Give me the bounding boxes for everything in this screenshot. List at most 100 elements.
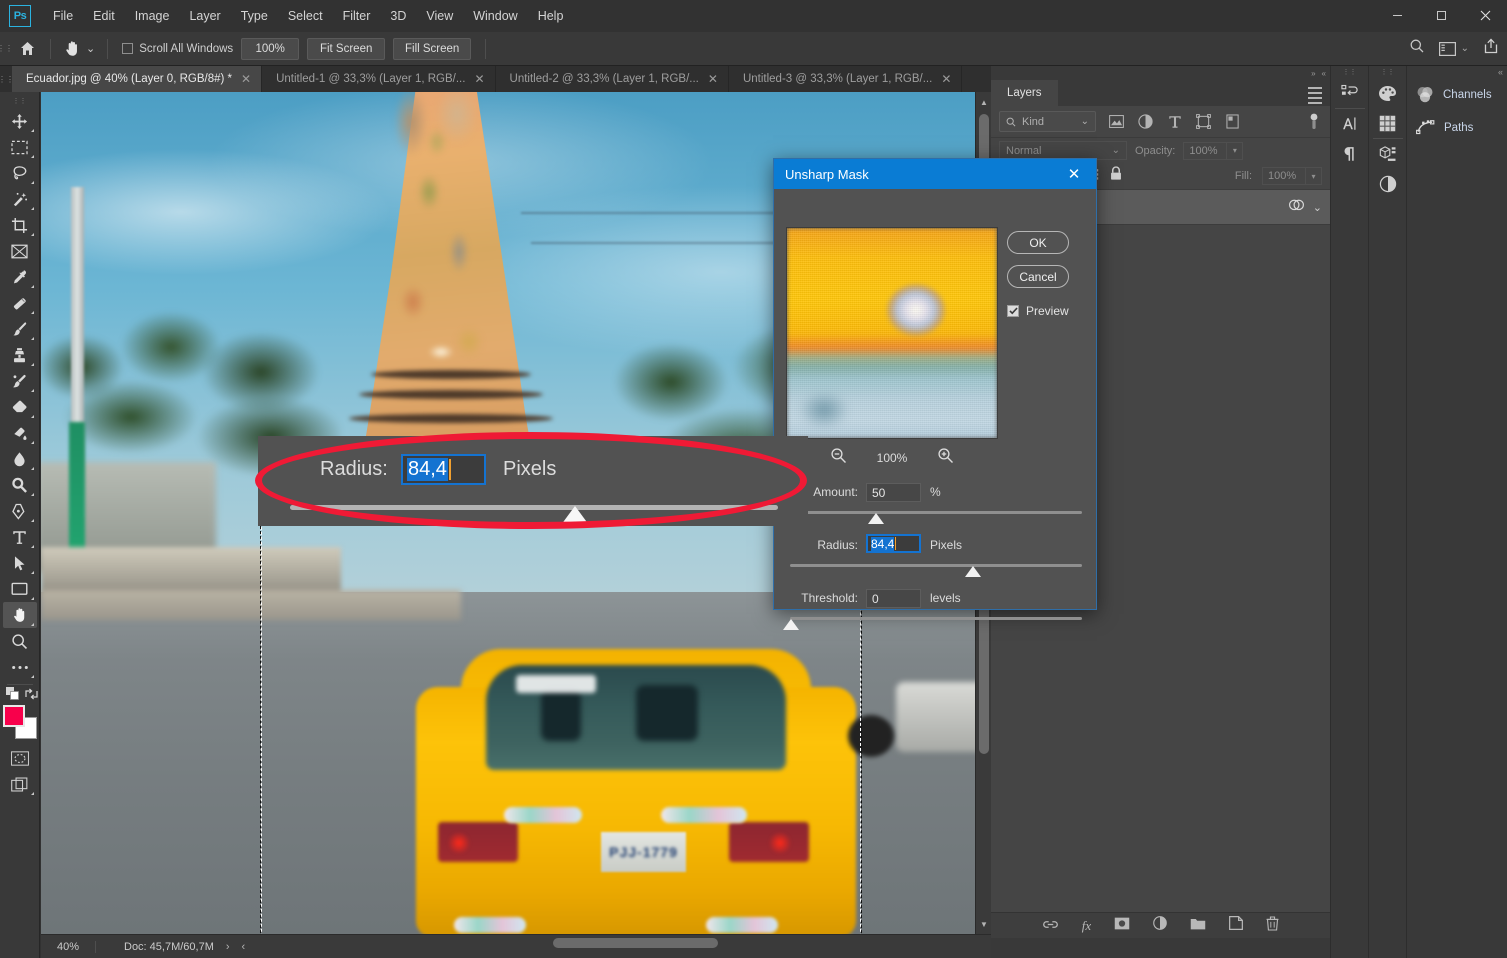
tool-expand-corner[interactable] xyxy=(31,337,34,340)
panel-tab-channels[interactable]: Channels xyxy=(1407,78,1507,111)
menu-type[interactable]: Type xyxy=(231,5,278,27)
zoom-out-icon[interactable] xyxy=(830,447,847,469)
filter-preview-thumbnail[interactable] xyxy=(786,227,998,439)
tool-expand-corner[interactable] xyxy=(31,181,34,184)
zoom-tool-icon[interactable] xyxy=(3,628,37,654)
blur-tool-icon[interactable] xyxy=(3,446,37,472)
lasso-tool-icon[interactable] xyxy=(3,160,37,186)
document-tab-ecuador[interactable]: Ecuador.jpg @ 40% (Layer 0, RGB/8#) * ✕ xyxy=(12,66,262,92)
move-tool-icon[interactable] xyxy=(3,108,37,134)
callout-radius-input[interactable]: 84,4 xyxy=(401,454,486,485)
horizontal-type-tool-icon[interactable] xyxy=(3,524,37,550)
smart-object-filter-icon[interactable] xyxy=(1224,113,1241,130)
pixel-filter-icon[interactable] xyxy=(1108,113,1125,130)
active-tool-preset[interactable]: ⌄ xyxy=(57,39,101,58)
tool-expand-corner[interactable] xyxy=(31,571,34,574)
eraser-tool-icon[interactable] xyxy=(3,394,37,420)
hand-tool-icon[interactable] xyxy=(3,602,37,628)
tool-expand-corner[interactable] xyxy=(31,415,34,418)
tool-expand-corner[interactable] xyxy=(31,311,34,314)
toolbar-grip-icon[interactable]: ⋮⋮ xyxy=(11,96,29,106)
eyedropper-tool-icon[interactable] xyxy=(3,264,37,290)
close-icon[interactable]: ✕ xyxy=(941,73,951,85)
new-adjustment-layer-icon[interactable] xyxy=(1153,916,1167,935)
radius-slider[interactable] xyxy=(790,564,1082,567)
fill-input[interactable]: 100% xyxy=(1262,167,1306,185)
swap-colors-icon[interactable] xyxy=(25,687,38,705)
workspace-dropdown-arrow[interactable]: ⌄ xyxy=(1461,43,1469,54)
opacity-stepper[interactable]: ▾ xyxy=(1227,142,1243,160)
share-icon[interactable] xyxy=(1483,38,1499,59)
options-grip-icon[interactable]: ⋮⋮ xyxy=(0,32,10,66)
close-icon[interactable]: ✕ xyxy=(241,73,251,85)
spot-healing-brush-tool-icon[interactable] xyxy=(3,290,37,316)
tool-expand-corner[interactable] xyxy=(31,545,34,548)
layer-effects-icon[interactable] xyxy=(1288,198,1305,217)
menu-help[interactable]: Help xyxy=(528,5,574,27)
amount-slider-knob[interactable] xyxy=(868,513,884,524)
tool-expand-corner[interactable] xyxy=(31,233,34,236)
panel-tab-paths[interactable]: Paths xyxy=(1407,111,1507,144)
menu-3d[interactable]: 3D xyxy=(380,5,416,27)
preview-checkbox[interactable]: Preview xyxy=(1007,304,1069,318)
pen-tool-icon[interactable] xyxy=(3,498,37,524)
color-panel-icon[interactable] xyxy=(1369,78,1407,108)
zoom-in-icon[interactable] xyxy=(937,447,954,469)
foreground-color-swatch[interactable] xyxy=(3,705,25,727)
history-panel-icon[interactable] xyxy=(1331,78,1369,108)
layer-kind-filter[interactable]: Kind ⌄ xyxy=(999,111,1096,132)
tabbar-grip-icon[interactable]: ⋮⋮ xyxy=(0,66,12,92)
chevron-down-icon[interactable]: ⌄ xyxy=(1313,201,1322,214)
threshold-slider-knob[interactable] xyxy=(783,619,799,630)
menu-filter[interactable]: Filter xyxy=(333,5,381,27)
add-layer-mask-icon[interactable] xyxy=(1114,917,1130,935)
cancel-button[interactable]: Cancel xyxy=(1007,265,1069,288)
frame-tool-icon[interactable] xyxy=(3,238,37,264)
threshold-input[interactable]: 0 xyxy=(866,589,921,608)
delete-layer-icon[interactable] xyxy=(1266,916,1279,936)
amount-slider[interactable] xyxy=(790,511,1082,514)
menu-layer[interactable]: Layer xyxy=(179,5,230,27)
tool-expand-corner[interactable] xyxy=(31,493,34,496)
tool-dropdown-arrow[interactable]: ⌄ xyxy=(86,42,95,55)
document-tab-untitled-2[interactable]: Untitled-2 @ 33,3% (Layer 1, RGB/... ✕ xyxy=(496,66,729,92)
add-layer-style-icon[interactable]: fx xyxy=(1082,918,1091,934)
lock-all-icon[interactable] xyxy=(1109,166,1123,186)
radius-slider-knob[interactable] xyxy=(965,566,981,577)
rectangular-marquee-tool-icon[interactable] xyxy=(3,134,37,160)
tool-expand-corner[interactable] xyxy=(31,792,34,795)
scroll-up-arrow[interactable]: ▲ xyxy=(976,94,992,110)
expand-panels-icon[interactable]: « xyxy=(1322,69,1326,78)
link-layers-icon[interactable] xyxy=(1042,917,1059,935)
threshold-slider[interactable] xyxy=(790,617,1082,620)
scroll-down-arrow[interactable]: ▼ xyxy=(976,916,992,932)
adjustment-filter-icon[interactable] xyxy=(1137,113,1154,130)
crop-tool-icon[interactable] xyxy=(3,212,37,238)
default-colors-icon[interactable] xyxy=(6,687,19,705)
maximize-button[interactable] xyxy=(1419,0,1463,30)
dodge-tool-icon[interactable] xyxy=(3,472,37,498)
amount-input[interactable]: 50 xyxy=(866,483,921,502)
character-panel-icon[interactable] xyxy=(1331,109,1369,139)
close-icon[interactable]: ✕ xyxy=(1052,159,1096,189)
radius-input[interactable]: 84,4 xyxy=(866,534,921,553)
callout-radius-slider-knob[interactable] xyxy=(561,506,589,525)
close-icon[interactable]: ✕ xyxy=(708,73,718,85)
tool-expand-corner[interactable] xyxy=(31,467,34,470)
opacity-input[interactable]: 100% xyxy=(1183,142,1227,160)
fill-stepper[interactable]: ▾ xyxy=(1306,167,1322,185)
screen-mode-icon[interactable] xyxy=(3,771,37,797)
tool-expand-corner[interactable] xyxy=(31,285,34,288)
new-layer-icon[interactable] xyxy=(1229,916,1243,935)
document-tab-untitled-3[interactable]: Untitled-3 @ 33,3% (Layer 1, RGB/... ✕ xyxy=(729,66,962,92)
tool-expand-corner[interactable] xyxy=(31,155,34,158)
filter-toggle-icon[interactable] xyxy=(1305,113,1322,130)
checkbox-box[interactable] xyxy=(1007,305,1019,317)
chevron-down-icon[interactable]: ⌄ xyxy=(1081,116,1089,127)
tab-layers[interactable]: Layers xyxy=(991,80,1058,106)
panel-arrows-icon[interactable]: « xyxy=(1498,67,1503,77)
history-brush-tool-icon[interactable] xyxy=(3,368,37,394)
fit-screen-button[interactable]: Fit Screen xyxy=(307,38,385,60)
document-tab-untitled-1[interactable]: Untitled-1 @ 33,3% (Layer 1, RGB/... ✕ xyxy=(262,66,495,92)
3d-panel-icon[interactable] xyxy=(1369,139,1407,169)
